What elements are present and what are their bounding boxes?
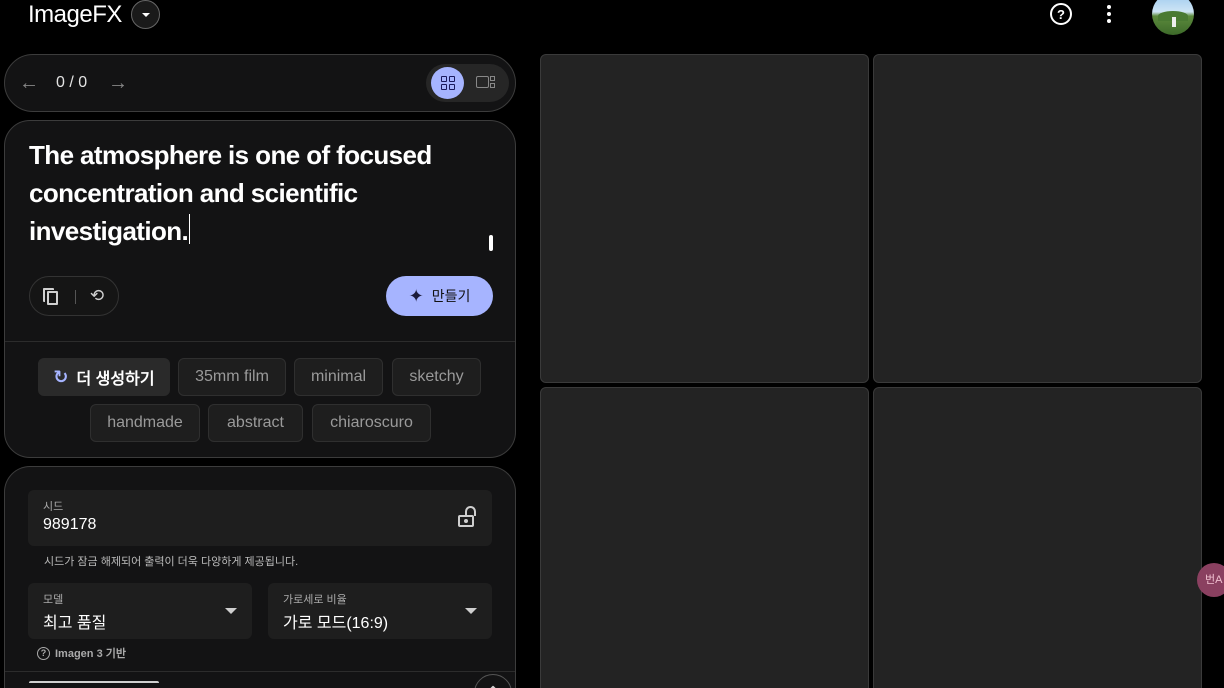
model-note-text: Imagen 3 기반	[55, 648, 126, 660]
text-caret	[189, 214, 191, 244]
seed-label: 시드	[43, 501, 64, 513]
copy-icon[interactable]	[43, 288, 61, 306]
style-chip[interactable]: 35mm film	[178, 358, 286, 396]
translate-fab[interactable]: 번A	[1197, 563, 1224, 597]
model-value: 최고 품질	[43, 615, 107, 632]
divider	[5, 341, 515, 342]
aspect-ratio-select[interactable]: 가로세로 비율 가로 모드(16:9)	[268, 583, 492, 639]
divider	[5, 671, 515, 672]
style-chip[interactable]: sketchy	[392, 358, 481, 396]
seed-hint: 시드가 잠금 해제되어 출력이 더욱 다양하게 제공됩니다.	[44, 556, 299, 568]
aspect-ratio-label: 가로세로 비율	[283, 594, 347, 606]
prompt-panel: The atmosphere is one of focused concent…	[4, 120, 516, 458]
reset-icon[interactable]: ⟲	[88, 287, 106, 305]
single-view-button[interactable]	[476, 75, 496, 91]
create-button[interactable]: ✦ 만들기	[386, 276, 493, 316]
model-label: 모델	[43, 594, 64, 606]
dropdown-arrow-icon	[225, 608, 237, 614]
generate-more-button[interactable]: ↻ 더 생성하기	[38, 358, 170, 396]
aspect-ratio-value: 가로 모드(16:9)	[283, 615, 389, 632]
prompt-textbox[interactable]: The atmosphere is one of focused concent…	[29, 136, 479, 250]
grid-view-button[interactable]	[431, 67, 464, 99]
app-title: ImageFX	[28, 1, 122, 28]
style-chip[interactable]: chiaroscuro	[312, 404, 431, 442]
view-mode-toggle	[426, 64, 509, 102]
image-navigator: ← 0 / 0 →	[4, 54, 516, 112]
arrow-left-icon[interactable]: ←	[18, 72, 40, 94]
image-tile-1[interactable]	[540, 54, 869, 383]
single-view-icon	[476, 76, 489, 88]
help-icon: ?	[37, 646, 50, 660]
resize-handle[interactable]	[489, 235, 493, 251]
seed-value: 989178	[43, 516, 97, 533]
divider	[75, 290, 76, 304]
collapse-toggle-icon[interactable]: ⌃	[474, 674, 512, 688]
help-icon[interactable]: ?	[1050, 3, 1072, 25]
model-select[interactable]: 모델 최고 품질	[28, 583, 252, 639]
generate-more-label: 더 생성하기	[76, 371, 155, 388]
app-header: ImageFX ?	[0, 0, 1224, 35]
image-tile-4[interactable]	[873, 387, 1202, 688]
image-tile-3[interactable]	[540, 387, 869, 688]
refresh-icon: ↻	[53, 366, 69, 387]
seed-field[interactable]: 시드 989178	[28, 490, 492, 546]
grid-view-icon	[440, 76, 455, 90]
app-switcher-button[interactable]	[131, 0, 160, 29]
sparkle-icon: ✦	[408, 286, 424, 306]
style-chip[interactable]: handmade	[90, 404, 200, 442]
prompt-text: The atmosphere is one of focused concent…	[29, 140, 432, 246]
collapsed-section-title	[29, 681, 159, 688]
style-chip[interactable]: minimal	[294, 358, 383, 396]
model-note: ? Imagen 3 기반	[37, 645, 126, 661]
caret-down-icon	[141, 12, 150, 17]
image-tile-2[interactable]	[873, 54, 1202, 383]
arrow-right-icon[interactable]: →	[107, 72, 129, 94]
style-chip[interactable]: abstract	[208, 404, 303, 442]
unlock-icon[interactable]	[458, 506, 476, 528]
create-label: 만들기	[431, 288, 471, 304]
settings-panel: 시드 989178 시드가 잠금 해제되어 출력이 더욱 다양하게 제공됩니다.…	[4, 466, 516, 688]
user-avatar[interactable]	[1152, 0, 1194, 35]
prompt-actions: ⟲	[29, 276, 119, 316]
dropdown-arrow-icon	[465, 608, 477, 614]
image-counter: 0 / 0	[56, 74, 88, 91]
more-options-icon[interactable]	[1099, 2, 1119, 26]
